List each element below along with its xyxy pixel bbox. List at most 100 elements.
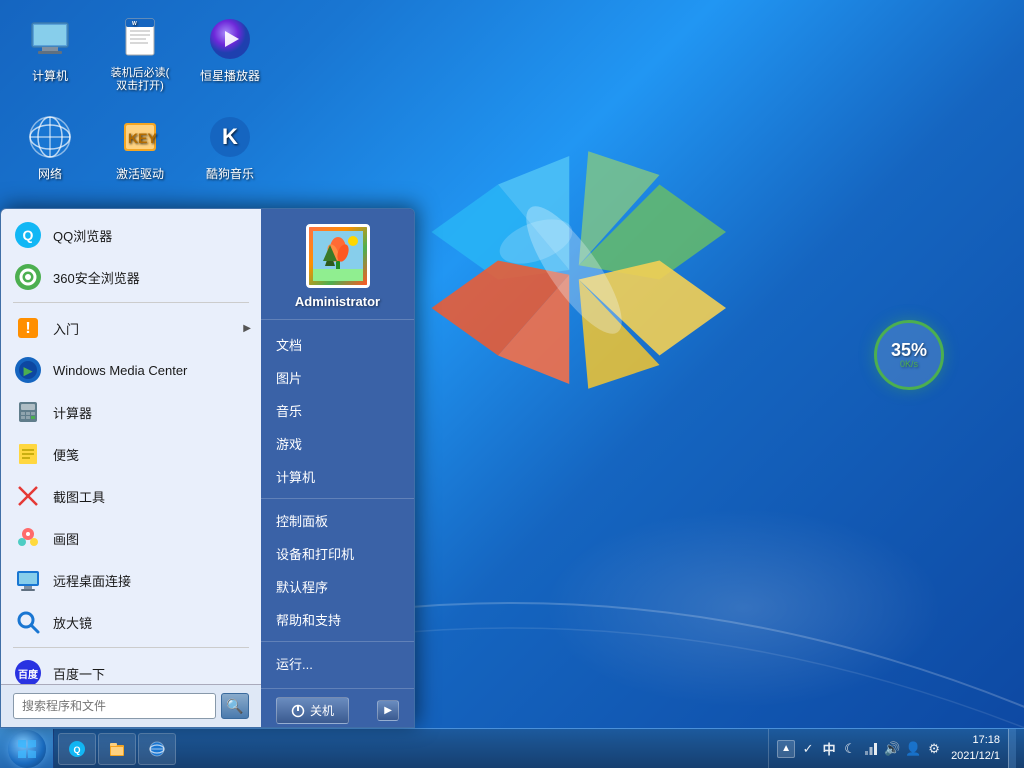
search-button[interactable]: 🔍 [221,693,249,719]
desktop-icon-activate[interactable]: KEY 激活驱动 [100,108,180,187]
desktop-icon-postinstall[interactable]: W 装机后必读(双击打开) [100,10,180,98]
desktop-icon-postinstall-label: 装机后必读(双击打开) [111,67,170,93]
shutdown-section: 关机 ▶ [261,688,414,728]
speed-widget: 35% 0K/s [874,320,944,390]
desktop-icon-network-label: 网络 [38,165,62,182]
desktop-icon-activate-label: 激活驱动 [116,165,164,182]
tray-user-icon[interactable]: 👤 [904,740,922,758]
right-menu-item-control-panel[interactable]: 控制面板 [261,504,414,537]
left-menu-items: Q QQ浏览器 360安全浏览器 [1,209,261,684]
remote-icon [13,565,43,595]
left-menu-item-intro[interactable]: ! 入门 ▶ [1,307,261,349]
left-menu-item-magnifier[interactable]: 放大镜 [1,601,261,643]
start-button[interactable] [0,729,54,768]
right-menu-item-help[interactable]: 帮助和支持 [261,603,414,636]
left-menu-item-paint[interactable]: 画图 [1,517,261,559]
desktop-icon-media-player[interactable]: 恒星播放器 [190,10,270,98]
desktop-icon-network[interactable]: 网络 [10,108,90,187]
search-input[interactable] [13,693,216,719]
clock[interactable]: 17:18 2021/12/1 [947,733,1004,764]
desktop: 计算机 W 装机后必读(双击打开) [0,0,1024,768]
pictures-label: 图片 [276,368,302,387]
snipping-icon [13,481,43,511]
svg-text:▶: ▶ [23,366,33,378]
user-avatar[interactable] [306,224,370,288]
remote-label: 远程桌面连接 [53,571,131,590]
tray-settings-icon[interactable]: ⚙ [925,740,943,758]
taskbar-item-qq-browser[interactable]: Q [58,733,96,765]
tray-volume-icon[interactable]: 🔊 [883,740,901,758]
username[interactable]: Administrator [295,294,380,309]
svg-text:Q: Q [73,745,80,755]
system-tray: ▲ ✓ 中 ☾ 🔊 👤 [768,729,1024,768]
tray-icons: ✓ 中 ☾ 🔊 👤 ⚙ [799,740,943,758]
windows-logo [384,80,764,460]
left-menu-item-calculator[interactable]: 计算器 [1,391,261,433]
start-orb [8,730,46,768]
taskbar-item-explorer[interactable] [98,733,136,765]
speed-value: 0K/s [900,359,918,369]
qq-browser-icon: Q [13,220,43,250]
qq-browser-label: QQ浏览器 [53,226,112,245]
computer-right-label: 计算机 [276,467,315,486]
right-menu-item-pictures[interactable]: 图片 [261,361,414,394]
shutdown-label: 关机 [310,702,334,719]
devices-label: 设备和打印机 [276,544,354,563]
desktop-icon-kuwo[interactable]: K 酷狗音乐 [190,108,270,187]
right-menu-item-devices[interactable]: 设备和打印机 [261,537,414,570]
svg-text:KEY: KEY [128,130,157,146]
left-menu-item-remote[interactable]: 远程桌面连接 [1,559,261,601]
right-menu-divider-2 [261,641,414,642]
tray-expand-arrow[interactable]: ▲ [777,740,795,758]
user-section: Administrator [261,209,414,320]
desktop-icon-kuwo-label: 酷狗音乐 [206,165,254,182]
intro-label: 入门 [53,319,79,338]
control-panel-label: 控制面板 [276,511,328,530]
music-label: 音乐 [276,401,302,420]
left-menu-divider-2 [13,647,249,648]
left-menu-item-sticky[interactable]: 便笺 [1,433,261,475]
right-menu-item-documents[interactable]: 文档 [261,328,414,361]
desktop-icon-computer[interactable]: 计算机 [10,10,90,98]
left-menu-item-qq-browser[interactable]: Q QQ浏览器 [1,214,261,256]
tray-network-icon[interactable] [862,740,880,758]
media-center-icon: ▶ [13,355,43,385]
left-menu-item-baidu[interactable]: 百度 百度一下 [1,652,261,684]
power-icon [291,704,305,718]
shutdown-button[interactable]: 关机 [276,697,349,724]
taskbar-explorer-icon [107,739,127,759]
show-desktop-button[interactable] [1008,729,1016,768]
left-menu-item-snipping[interactable]: 截图工具 [1,475,261,517]
run-label: 运行... [276,654,313,673]
tray-moon-icon[interactable]: ☾ [841,740,859,758]
start-menu-left: Q QQ浏览器 360安全浏览器 [1,209,261,727]
calculator-label: 计算器 [53,403,92,422]
start-menu-right: Administrator 文档 图片 音乐 游戏 计算机 [261,209,414,727]
right-menu-item-music[interactable]: 音乐 [261,394,414,427]
svg-text:!: ! [25,320,30,337]
taskbar-qq-icon: Q [67,739,87,759]
right-menu-divider-1 [261,498,414,499]
speed-percent: 35% [891,341,927,359]
tray-notification-icon[interactable]: ✓ [799,740,817,758]
clock-time: 17:18 [951,733,1000,748]
right-menu-item-games[interactable]: 游戏 [261,427,414,460]
media-center-label: Windows Media Center [53,363,187,378]
windows-start-icon [16,738,38,760]
paint-icon [13,523,43,553]
right-menu-item-default-programs[interactable]: 默认程序 [261,570,414,603]
shutdown-arrow-button[interactable]: ▶ [377,700,399,721]
svg-text:百度: 百度 [18,668,39,681]
tray-language-icon[interactable]: 中 [820,740,838,758]
desktop-icons: 计算机 W 装机后必读(双击打开) [10,10,270,187]
svg-text:W: W [132,21,137,27]
left-menu-item-360[interactable]: 360安全浏览器 [1,256,261,298]
taskbar-item-ie[interactable] [138,733,176,765]
right-menu-item-computer[interactable]: 计算机 [261,460,414,493]
taskbar: Q [0,728,1024,768]
svg-text:Q: Q [23,227,34,243]
default-programs-label: 默认程序 [276,577,328,596]
help-label: 帮助和支持 [276,610,341,629]
left-menu-item-media-center[interactable]: ▶ Windows Media Center [1,349,261,391]
right-menu-item-run[interactable]: 运行... [261,647,414,680]
